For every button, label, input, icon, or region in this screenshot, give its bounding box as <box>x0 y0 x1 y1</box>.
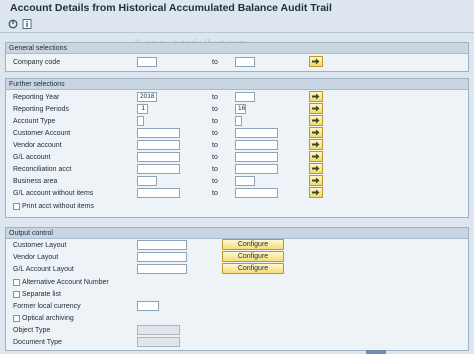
alt-account-number-checkbox[interactable] <box>13 279 20 286</box>
business-area-to-label: to <box>212 178 218 185</box>
customer-layout-label: Customer Layout <box>13 242 67 249</box>
arrow-right-icon <box>312 129 320 136</box>
arrow-right-icon <box>312 141 320 148</box>
vendor-account-to-label: to <box>212 142 218 149</box>
alt-account-number-label: Alternative Account Number <box>22 279 109 286</box>
page-title: Account Details from Historical Accumula… <box>10 2 332 14</box>
reconciliation-acct-label: Reconciliation acct <box>13 166 72 173</box>
reporting-year-multiple-selection-button[interactable] <box>309 91 323 102</box>
gl-account-multiple-selection-button[interactable] <box>309 151 323 162</box>
account-type-label: Account Type <box>13 118 56 125</box>
reporting-year-to-label: to <box>212 94 218 101</box>
company-code-label: Company code <box>13 59 61 66</box>
arrow-right-icon <box>312 58 320 65</box>
reporting-periods-label: Reporting Periods <box>13 106 70 113</box>
business-area-label: Business area <box>13 178 58 185</box>
optical-archiving-checkbox[interactable] <box>13 315 20 322</box>
gl-account-from-input[interactable] <box>137 152 180 162</box>
account-type-to-input[interactable] <box>235 116 242 126</box>
output-control-title: Output control <box>6 228 468 239</box>
output-control-group: Output control Customer Layout Configure… <box>5 227 469 351</box>
gl-account-to-label: to <box>212 154 218 161</box>
arrow-right-icon <box>312 93 320 100</box>
customer-account-from-input[interactable] <box>137 128 180 138</box>
status-bar-indicator <box>366 350 386 354</box>
optical-archiving-label: Optical archiving <box>22 315 74 322</box>
gl-without-items-to-label: to <box>212 190 218 197</box>
reporting-periods-from-input[interactable]: 1 <box>137 104 148 114</box>
gl-without-items-label: G/L account without items <box>13 190 94 197</box>
title-bar: Account Details from Historical Accumula… <box>0 0 474 14</box>
arrow-right-icon <box>312 105 320 112</box>
print-without-items-label: Print acct without items <box>22 203 94 210</box>
gl-account-label: G/L account <box>13 154 51 161</box>
vendor-layout-input[interactable] <box>137 252 187 262</box>
reporting-periods-multiple-selection-button[interactable] <box>309 103 323 114</box>
separate-list-checkbox[interactable] <box>13 291 20 298</box>
reporting-year-label: Reporting Year <box>13 94 60 101</box>
vendor-layout-configure-button[interactable]: Configure <box>222 251 284 262</box>
account-type-multiple-selection-button[interactable] <box>309 115 323 126</box>
vendor-account-multiple-selection-button[interactable] <box>309 139 323 150</box>
general-selections-group: General selections Company code to <box>5 42 469 72</box>
reconciliation-acct-to-label: to <box>212 166 218 173</box>
general-selections-title: General selections <box>6 43 468 54</box>
company-code-to-input[interactable] <box>235 57 255 67</box>
reporting-year-from-input[interactable]: 2018 <box>137 92 157 102</box>
company-code-from-input[interactable] <box>137 57 157 67</box>
application-toolbar: © www.tutorialkart.com <box>0 17 474 49</box>
customer-account-label: Customer Account <box>13 130 71 137</box>
business-area-from-input[interactable] <box>137 176 157 186</box>
vendor-account-label: Vendor account <box>13 142 62 149</box>
execute-icon[interactable] <box>8 19 18 29</box>
reconciliation-acct-multiple-selection-button[interactable] <box>309 163 323 174</box>
vendor-layout-label: Vendor Layout <box>13 254 59 261</box>
arrow-right-icon <box>312 189 320 196</box>
customer-layout-configure-button[interactable]: Configure <box>222 239 284 250</box>
further-selections-group: Further selections Reporting Year 2018 t… <box>5 78 469 218</box>
vendor-account-from-input[interactable] <box>137 140 180 150</box>
object-type-label: Object Type <box>13 327 51 334</box>
object-type-input <box>137 325 180 335</box>
arrow-right-icon <box>312 165 320 172</box>
company-code-multiple-selection-button[interactable] <box>309 56 323 67</box>
reconciliation-acct-to-input[interactable] <box>235 164 278 174</box>
account-type-to-label: to <box>212 118 218 125</box>
reporting-periods-to-label: to <box>212 106 218 113</box>
info-icon[interactable] <box>22 19 32 29</box>
account-type-from-input[interactable] <box>137 116 144 126</box>
arrow-right-icon <box>312 117 320 124</box>
gl-without-items-from-input[interactable] <box>137 188 180 198</box>
customer-account-to-label: to <box>212 130 218 137</box>
document-type-input <box>137 337 180 347</box>
company-code-to-label: to <box>212 59 218 66</box>
vendor-account-to-input[interactable] <box>235 140 278 150</box>
separate-list-label: Separate list <box>22 291 61 298</box>
gl-account-to-input[interactable] <box>235 152 278 162</box>
former-local-currency-input[interactable] <box>137 301 159 311</box>
former-local-currency-label: Former local currency <box>13 303 81 310</box>
document-type-label: Document Type <box>13 339 62 346</box>
gl-without-items-to-input[interactable] <box>235 188 278 198</box>
gl-without-items-multiple-selection-button[interactable] <box>309 187 323 198</box>
reporting-periods-to-input[interactable]: 16 <box>235 104 246 114</box>
arrow-right-icon <box>312 177 320 184</box>
gl-account-layout-configure-button[interactable]: Configure <box>222 263 284 274</box>
customer-layout-input[interactable] <box>137 240 187 250</box>
reporting-year-to-input[interactable] <box>235 92 255 102</box>
reconciliation-acct-from-input[interactable] <box>137 164 180 174</box>
gl-account-layout-label: G/L Account Layout <box>13 266 74 273</box>
further-selections-title: Further selections <box>6 79 468 90</box>
gl-account-layout-input[interactable] <box>137 264 187 274</box>
print-without-items-checkbox[interactable] <box>13 203 20 210</box>
customer-account-multiple-selection-button[interactable] <box>309 127 323 138</box>
business-area-to-input[interactable] <box>235 176 255 186</box>
arrow-right-icon <box>312 153 320 160</box>
customer-account-to-input[interactable] <box>235 128 278 138</box>
business-area-multiple-selection-button[interactable] <box>309 175 323 186</box>
